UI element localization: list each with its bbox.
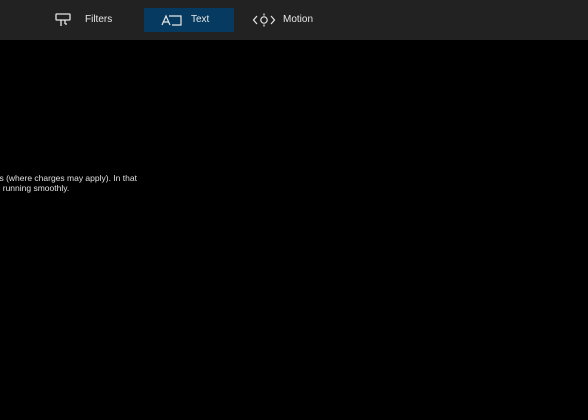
tab-filters-label: Filters bbox=[85, 14, 113, 25]
info-message: ons (where charges may apply). In that w… bbox=[0, 173, 260, 193]
canvas-area: ons (where charges may apply). In that w… bbox=[0, 40, 588, 420]
text-icon bbox=[160, 12, 184, 28]
motion-icon bbox=[252, 12, 276, 28]
tab-text[interactable]: Text bbox=[144, 8, 234, 32]
top-toolbar: Filters Text Motion bbox=[0, 0, 588, 40]
app-window: Filters Text Motion ons (where charges m… bbox=[0, 0, 588, 420]
info-message-line: ws running smoothly. bbox=[0, 182, 70, 193]
filters-icon bbox=[54, 12, 78, 28]
tab-text-label: Text bbox=[191, 14, 210, 25]
tab-motion-label: Motion bbox=[283, 14, 314, 25]
tab-motion[interactable]: Motion bbox=[238, 8, 323, 32]
tab-filters[interactable]: Filters bbox=[44, 8, 140, 32]
